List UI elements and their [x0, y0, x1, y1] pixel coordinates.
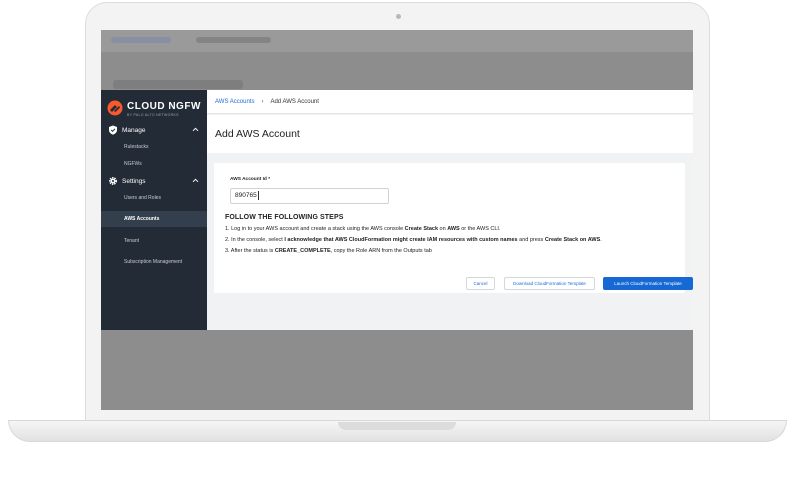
sidebar-section-label: Manage	[122, 126, 146, 134]
step-emphasis: Create Stack	[404, 226, 438, 232]
steps-heading: FOLLOW THE FOLLOWING STEPS	[225, 214, 344, 221]
sidebar-item-users-and-roles[interactable]: Users and Roles	[101, 190, 207, 206]
sidebar-item-rulestacks[interactable]: Rulestacks	[101, 139, 207, 155]
sidebar-item-tenant[interactable]: Tenant	[101, 233, 207, 249]
add-account-card: AWS Account Id * 890765 FOLLOW THE FOLLO…	[214, 163, 693, 293]
step-text: or the AWS CLI.	[459, 226, 501, 232]
aws-account-id-label: AWS Account Id *	[230, 177, 271, 182]
step-2: 2. In the console, select I acknowledge …	[225, 237, 602, 243]
step-1: 1. Log in to your AWS account and create…	[225, 226, 500, 232]
page-title: Add AWS Account	[215, 128, 300, 140]
text-caret	[258, 191, 259, 200]
step-emphasis: CREATE_COMPLETE	[274, 248, 331, 254]
app-window: CLOUD NGFW BY PALO ALTO NETWORKS Manage …	[101, 90, 693, 330]
breadcrumb-current: Add AWS Account	[270, 98, 319, 105]
brand-tagline: BY PALO ALTO NETWORKS	[127, 113, 179, 117]
gear-icon	[108, 176, 118, 186]
sidebar-item-subscription-management[interactable]: Subscription Management	[101, 254, 207, 270]
step-text: .	[600, 237, 602, 243]
step-text: on	[438, 226, 448, 232]
breadcrumb-link-aws-accounts[interactable]: AWS Accounts	[215, 99, 254, 105]
step-text: , copy the Role ARN from the Outputs tab	[330, 248, 432, 254]
step-3: 3. After the status is CREATE_COMPLETE, …	[225, 248, 432, 254]
step-emphasis: Create Stack on AWS	[544, 237, 601, 243]
sidebar-item-ngfws[interactable]: NGFWs	[101, 156, 207, 172]
step-emphasis: I acknowledge that AWS CloudFormation mi…	[284, 237, 518, 243]
chevron-up-icon	[192, 127, 199, 132]
logo-icon	[107, 100, 123, 116]
laptop-notch	[338, 422, 456, 430]
brand-logo[interactable]: CLOUD NGFW BY PALO ALTO NETWORKS	[107, 100, 203, 120]
background-topbar	[101, 30, 693, 52]
main-content: AWS Accounts › Add AWS Account Add AWS A…	[207, 90, 693, 330]
step-text: 1. Log in to your AWS account and create…	[225, 226, 405, 232]
step-text: 3. After the status is	[225, 248, 275, 254]
aws-account-id-input[interactable]: 890765	[230, 188, 389, 204]
sidebar: CLOUD NGFW BY PALO ALTO NETWORKS Manage …	[101, 90, 207, 330]
sidebar-section-manage[interactable]: Manage	[101, 122, 207, 138]
chevron-up-icon	[192, 178, 199, 183]
step-text: and press	[517, 237, 545, 243]
cancel-button[interactable]: Cancel	[466, 277, 495, 290]
background-title	[113, 80, 243, 89]
sidebar-item-aws-accounts[interactable]: AWS Accounts	[101, 211, 207, 227]
chevron-right-icon: ›	[261, 98, 264, 105]
launch-template-button[interactable]: Launch CloudFormation Template	[603, 277, 693, 290]
breadcrumb: AWS Accounts › Add AWS Account	[207, 90, 693, 114]
sidebar-section-settings[interactable]: Settings	[101, 173, 207, 189]
camera	[396, 14, 401, 19]
background-breadcrumb	[111, 37, 171, 43]
page-header: Add AWS Account	[207, 115, 693, 153]
form-actions: Cancel Download CloudFormation Template …	[214, 277, 693, 293]
background-breadcrumb	[196, 37, 271, 43]
brand-name: CLOUD NGFW	[127, 101, 201, 112]
download-template-button[interactable]: Download CloudFormation Template	[504, 277, 595, 290]
shield-icon	[109, 125, 117, 135]
sidebar-section-label: Settings	[122, 177, 146, 185]
step-emphasis: AWS	[447, 226, 460, 232]
step-text: 2. In the console, select	[225, 237, 285, 243]
laptop-screen: CLOUD NGFW BY PALO ALTO NETWORKS Manage …	[101, 30, 693, 410]
